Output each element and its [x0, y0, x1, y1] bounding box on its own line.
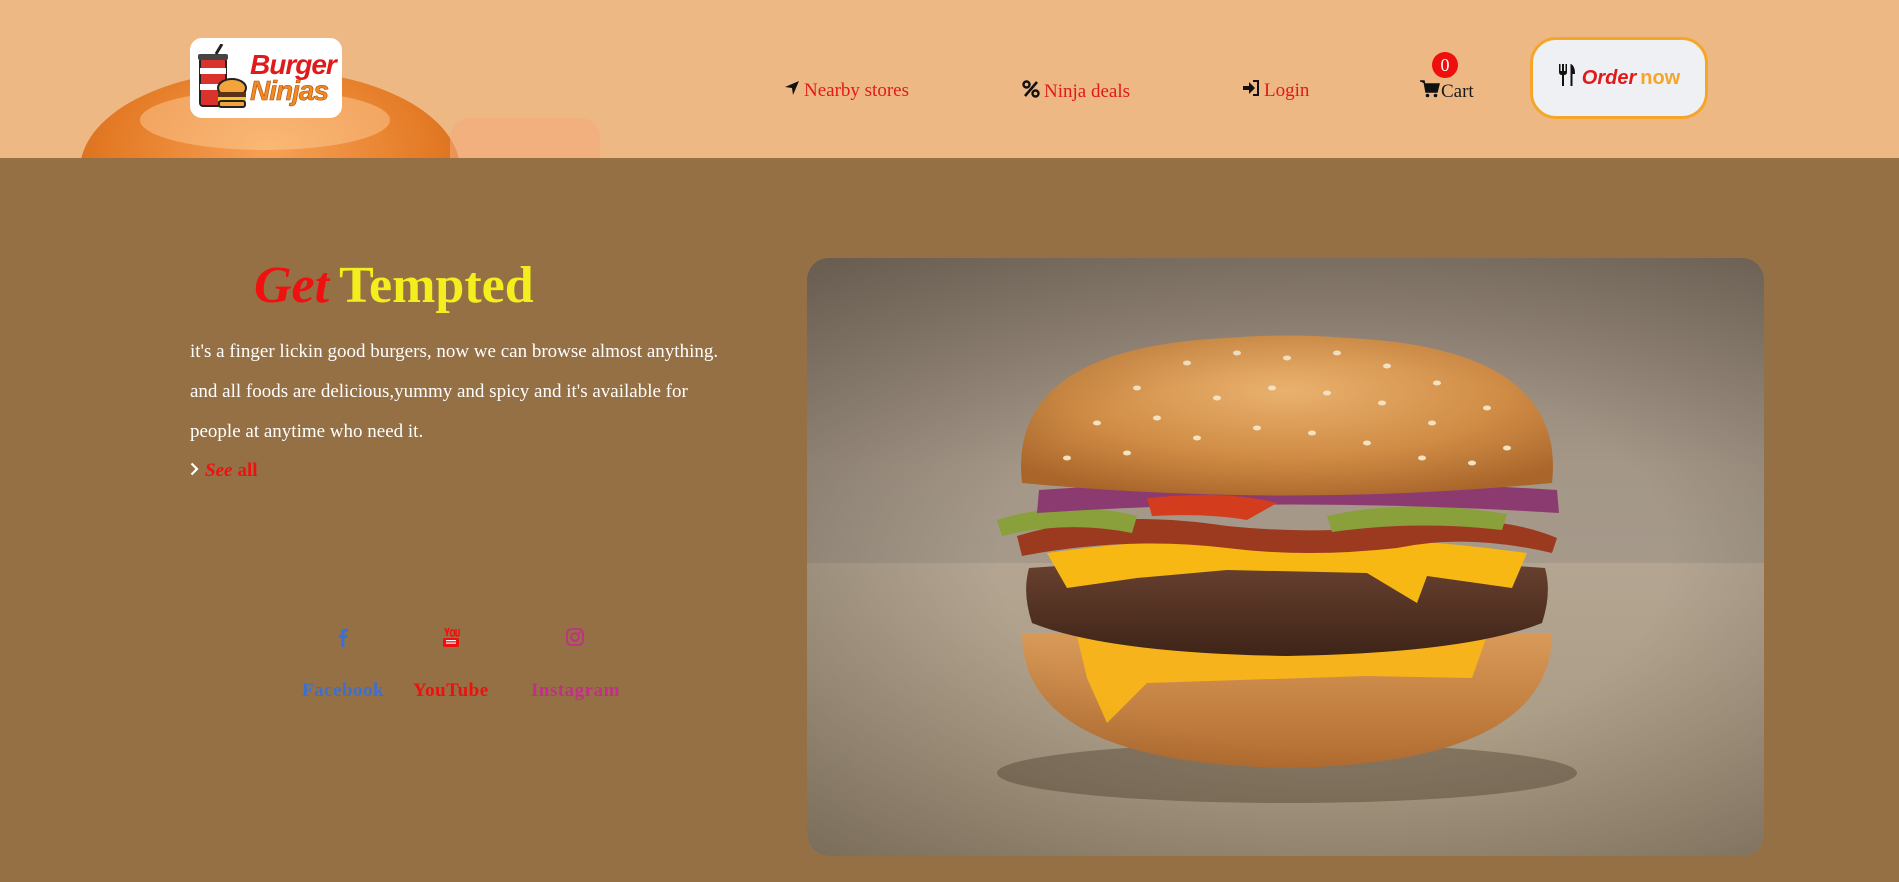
instagram-icon: [566, 622, 585, 652]
see-all-label-1: See: [205, 460, 233, 481]
image-vignette: [807, 258, 1764, 856]
youtube-label: YouTube: [413, 680, 489, 701]
nav-ninja-deals-label: Ninja deals: [1044, 81, 1131, 102]
site-header: Burger Ninjas Nearby stores Ninja deals …: [0, 0, 1899, 158]
hero-title: Get Tempted: [254, 256, 534, 315]
nav-login[interactable]: Login: [1242, 80, 1309, 102]
hero-title-tempted: Tempted: [339, 257, 534, 314]
order-now-button[interactable]: Order now: [1530, 37, 1708, 119]
sign-in-icon: [1242, 80, 1260, 102]
hero-description-line: people at anytime who need it.: [190, 421, 424, 442]
see-all-label-2: all: [237, 460, 258, 481]
percent-icon: [1022, 80, 1040, 104]
youtube-icon: [442, 622, 460, 652]
nav-ninja-deals[interactable]: Ninja deals: [1022, 80, 1130, 104]
see-all-link[interactable]: See all: [190, 460, 258, 482]
order-now-label-1: Order: [1581, 66, 1637, 89]
nav-cart[interactable]: Cart: [1420, 80, 1474, 104]
hero-description-line: it's a finger lickin good burgers, now w…: [190, 341, 719, 362]
nav-login-label: Login: [1264, 80, 1310, 101]
header-decoration: [450, 118, 600, 158]
nav-nearby-stores-label: Nearby stores: [804, 80, 909, 101]
hero-description: it's a finger lickin good burgers, now w…: [190, 332, 770, 452]
nav-cart-label: Cart: [1441, 81, 1474, 102]
order-now-label-2: now: [1640, 66, 1681, 89]
brand-logo[interactable]: Burger Ninjas: [190, 38, 342, 118]
utensils-icon: [1558, 64, 1576, 92]
instagram-label: Instagram: [531, 680, 620, 701]
hero-title-get: Get: [254, 257, 330, 314]
facebook-label: Facebook: [302, 680, 385, 701]
shopping-cart-icon: [1420, 80, 1440, 104]
hero-description-line: and all foods are delicious,yummy and sp…: [190, 381, 688, 402]
burger-drink-icon: [196, 43, 248, 112]
cart-count-badge: 0: [1432, 52, 1458, 78]
social-youtube[interactable]: YouTube: [413, 622, 489, 702]
social-facebook[interactable]: Facebook: [302, 622, 384, 702]
facebook-icon: [338, 622, 348, 652]
hero-burger-image: [807, 258, 1764, 856]
logo-wordmark: Burger Ninjas: [250, 51, 337, 106]
nav-nearby-stores[interactable]: Nearby stores: [784, 80, 909, 102]
chevron-right-icon: [190, 460, 199, 482]
location-arrow-icon: [784, 80, 800, 102]
social-instagram[interactable]: Instagram: [531, 622, 620, 702]
logo-text-ninjas: Ninjas: [250, 75, 330, 106]
